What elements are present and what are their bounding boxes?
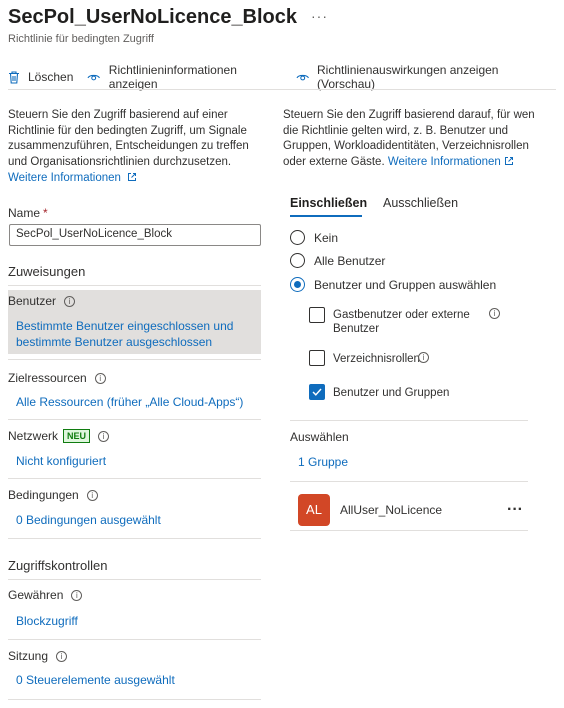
target-resources-value-link[interactable]: Alle Ressourcen (früher „Alle Cloud-Apps…	[16, 394, 243, 410]
select-value-link[interactable]: 1 Gruppe	[298, 454, 348, 470]
conditions-divider	[8, 538, 261, 539]
info-icon[interactable]: i	[94, 372, 106, 384]
checkbox-users-groups[interactable]	[309, 384, 325, 400]
eye-icon	[87, 74, 101, 81]
toolbar-divider	[8, 89, 556, 90]
page-title: SecPol_UserNoLicence_Block	[8, 6, 298, 28]
session-divider	[8, 699, 261, 700]
info-icon[interactable]: i	[98, 430, 110, 442]
tab-include-underline	[290, 215, 362, 217]
users-label: Benutzer i	[8, 294, 76, 308]
group-more-button[interactable]: ···	[507, 501, 523, 519]
radio-none[interactable]: Kein	[290, 230, 338, 245]
delete-label: Löschen	[28, 70, 74, 84]
radio-circle	[290, 253, 305, 268]
new-badge: NEU	[63, 429, 91, 443]
access-controls-heading: Zugriffskontrollen	[8, 558, 108, 573]
right-more-info-link[interactable]: Weitere Informationen	[388, 156, 514, 168]
checkmark-icon	[312, 388, 322, 396]
radio-select-users-groups[interactable]: Benutzer und Gruppen auswählen	[290, 277, 496, 292]
tab-exclude[interactable]: Ausschließen	[383, 196, 458, 210]
assignments-divider	[8, 285, 261, 286]
info-icon[interactable]: i	[64, 295, 76, 307]
assignments-heading: Zuweisungen	[8, 264, 86, 279]
view-policy-impact-label: Richtlinienauswirkungen anzeigen (Vorsch…	[317, 63, 499, 91]
radio-circle	[290, 230, 305, 245]
group-avatar: AL	[298, 494, 330, 526]
trash-icon	[9, 70, 19, 84]
info-icon[interactable]: i	[86, 489, 98, 501]
session-value-link[interactable]: 0 Steuerelemente ausgewählt	[16, 672, 175, 688]
left-more-info-link[interactable]: Weitere Informationen	[8, 171, 137, 187]
info-icon[interactable]: i	[489, 308, 500, 319]
target-resources-label: Zielressourcen i	[8, 371, 106, 385]
grant-divider	[8, 639, 261, 640]
tab-include[interactable]: Einschließen	[290, 196, 367, 210]
eye-icon	[296, 74, 309, 81]
conditions-value-link[interactable]: 0 Bedingungen ausgewählt	[16, 512, 161, 528]
grant-label: Gewähren i	[8, 588, 83, 602]
conditions-label: Bedingungen i	[8, 488, 98, 502]
target-divider	[8, 419, 261, 420]
group-divider	[290, 530, 528, 531]
view-policy-info-button[interactable]: Richtlinieninformationen anzeigen	[87, 63, 281, 91]
checkbox-directory-roles-label: Verzeichnisrollen	[333, 353, 420, 365]
session-label: Sitzung i	[8, 649, 68, 663]
toolbar: Löschen Richtlinieninformationen anzeige…	[8, 63, 564, 91]
users-divider	[8, 359, 261, 360]
left-description: Steuern Sie den Zugriff basierend auf ei…	[8, 109, 249, 168]
view-policy-impact-button[interactable]: Richtlinienauswirkungen anzeigen (Vorsch…	[296, 63, 550, 91]
group-name: AllUser_NoLicence	[340, 503, 443, 517]
access-controls-divider	[8, 579, 261, 580]
right-description: Steuern Sie den Zugriff basierend darauf…	[283, 109, 535, 168]
network-label: Netzwerk NEU i	[8, 429, 110, 443]
name-label: Name *	[8, 206, 48, 220]
select-label: Auswählen	[290, 430, 349, 444]
users-value-link[interactable]: Bestimmte Benutzer eingeschlossen und be…	[16, 318, 236, 350]
info-icon[interactable]: i	[56, 650, 68, 662]
more-options-button[interactable]: ···	[311, 8, 328, 24]
checkbox-directory-roles[interactable]	[309, 350, 325, 366]
delete-button[interactable]: Löschen	[8, 70, 73, 84]
network-value-link[interactable]: Nicht konfiguriert	[16, 453, 106, 469]
name-input[interactable]: SecPol_UserNoLicence_Block	[9, 224, 261, 246]
view-policy-info-label: Richtlinieninformationen anzeigen	[108, 63, 237, 91]
grant-value-link[interactable]: Blockzugriff	[16, 613, 78, 629]
radio-all-users[interactable]: Alle Benutzer	[290, 253, 385, 268]
info-icon[interactable]: i	[418, 352, 429, 363]
checkbox-section-divider	[290, 420, 528, 421]
checkbox-users-groups-label: Benutzer und Gruppen	[333, 387, 450, 399]
external-link-icon	[504, 156, 513, 165]
checkbox-guest-label: Gastbenutzer oder externe Benutzer	[333, 309, 470, 335]
checkbox-guest-external-users[interactable]	[309, 307, 325, 323]
external-link-icon	[128, 173, 137, 181]
required-marker: *	[43, 206, 48, 220]
select-divider	[290, 481, 528, 482]
info-icon[interactable]: i	[71, 589, 83, 601]
radio-circle-selected	[290, 277, 305, 292]
page-subtitle: Richtlinie für bedingten Zugriff	[8, 33, 154, 45]
network-divider	[8, 478, 261, 479]
